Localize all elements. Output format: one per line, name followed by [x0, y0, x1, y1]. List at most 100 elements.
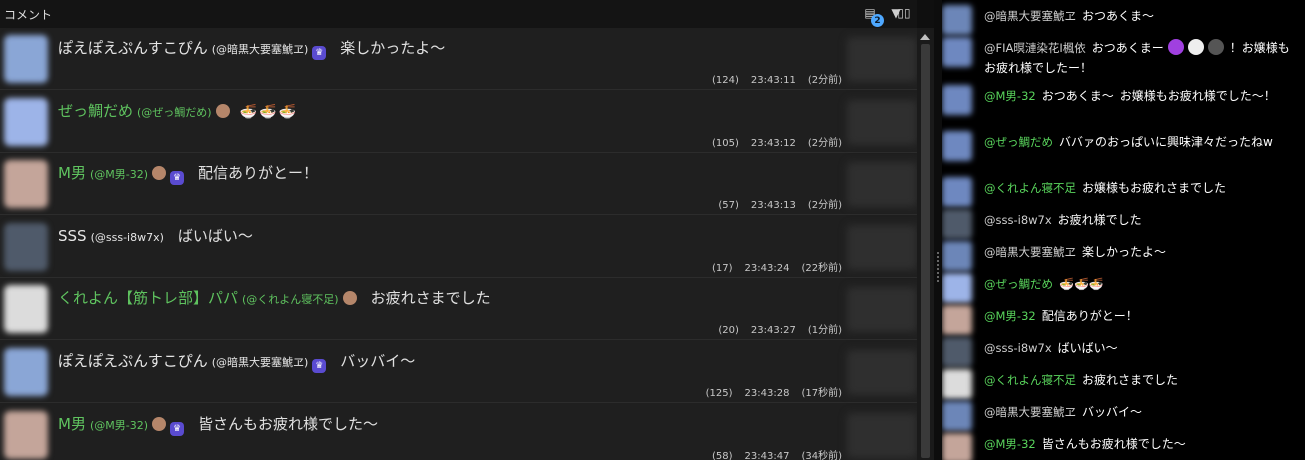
comment-meta: (58) 23:43:47 (34秒前) — [700, 447, 842, 460]
avatar[interactable] — [942, 401, 972, 431]
chat-line: @暗黒大要塞鯱ヱ おつあくま〜 — [984, 6, 1299, 26]
chat-author[interactable]: @くれよん寝不足 — [984, 373, 1076, 387]
chat-message: おつあくま〜 — [1082, 9, 1155, 23]
comment-row[interactable]: M男 (@M男-32) ♛ 配信ありがとー！ (57) 23:43:13 (2分前) — [0, 154, 917, 216]
comment-meta: (124) 23:43:11 (2分前) — [700, 71, 842, 86]
chat-author[interactable]: @FIA暝漣染花I楓依 — [984, 41, 1086, 55]
columns-icon[interactable]: ▯▯ — [896, 5, 912, 21]
comment-text: バッバイ〜 — [340, 352, 416, 370]
chat-message: 皆さんもお疲れ様でした〜 — [1041, 437, 1186, 451]
chat-author[interactable]: @くれよん寝不足 — [984, 181, 1076, 195]
display-name[interactable]: ぽえぽえぷんすこぴん — [58, 352, 208, 370]
chat-author[interactable]: @ぜっ鯛だめ — [984, 277, 1053, 291]
comment-row[interactable]: SSS (@sss-i8w7x) ばいばい〜 (17) 23:43:24 (22秒前) — [0, 216, 917, 278]
chat-author[interactable]: @sss-i8w7x — [984, 213, 1052, 227]
chat-line: @暗黒大要塞鯱ヱ 楽しかったよ〜 — [984, 242, 1299, 262]
chat-author[interactable]: @M男-32 — [984, 309, 1036, 323]
comment-time: 23:43:27 — [750, 325, 796, 337]
crown-badge-icon: ♛ — [312, 46, 327, 60]
chat-line: @くれよん寝不足 お嬢様もお疲れさまでした — [984, 178, 1299, 198]
chat-message: お疲れ様でした — [1057, 213, 1142, 227]
chat-author[interactable]: @暗黒大要塞鯱ヱ — [984, 9, 1076, 23]
avatar[interactable] — [942, 337, 972, 367]
chat-overlay-panel: @暗黒大要塞鯱ヱ おつあくま〜 @FIA暝漣染花I楓依 おつあくまー ！お嬢様もお疲れ様… — [942, 0, 1305, 460]
comment-meta: (17) 23:43:24 (22秒前) — [700, 259, 842, 274]
chat-line: @M男-32 配信ありがとー！ — [984, 306, 1299, 326]
ramen-emoji-icon: 🍜🍜🍜 — [239, 103, 298, 120]
comment-panel-header: コメント ▤ 2 ▼ ▯▯ — [0, 0, 917, 28]
comment-row[interactable]: ぜっ鯛だめ (@ぜっ鯛だめ) 🍜🍜🍜 (105) 23:43:12 (2分前) — [0, 91, 917, 153]
avatar[interactable] — [4, 97, 48, 146]
display-name[interactable]: くれよん【筋トレ部】パパ — [58, 289, 238, 307]
avatar[interactable] — [4, 410, 48, 459]
avatar[interactable] — [4, 222, 48, 271]
avatar[interactable] — [4, 348, 48, 396]
scrollbar[interactable] — [917, 28, 934, 460]
comment-row[interactable]: M男 (@M男-32) ♛ 皆さんもお疲れ様でした〜 (58) 23:43:47 (34秒前… — [0, 404, 917, 460]
chat-message: おつあくま〜 — [1041, 89, 1114, 103]
chat-message: お嬢様もお疲れさまでした — [1082, 181, 1227, 195]
panel-title: コメント — [4, 7, 53, 22]
comment-row[interactable]: ぽえぽえぷんすこぴん (@暗黒大要塞鯱ヱ) ♛ 楽しかったよ〜 (124) 23:43:1… — [0, 29, 917, 90]
comment-count: (58) — [712, 450, 733, 460]
avatar[interactable] — [942, 177, 972, 207]
avatar[interactable] — [942, 131, 972, 161]
chat-author[interactable]: @M男-32 — [984, 89, 1036, 103]
chat-line: @M男-32 おつあくま〜 お嬢様もお疲れ様でした〜！ — [984, 86, 1299, 106]
chat-author[interactable]: @ぜっ鯛だめ — [984, 135, 1053, 149]
commenter-name[interactable]: ぽえぽえぷんすこぴん (@暗黒大要塞鯱ヱ) ♛ バッバイ〜 — [58, 350, 415, 373]
resize-grip-icon[interactable] — [937, 252, 939, 282]
avatar[interactable] — [942, 85, 972, 115]
member-bear-icon — [342, 291, 357, 306]
commenter-name[interactable]: くれよん【筋トレ部】パパ (@くれよん寝不足) お疲れさまでした — [58, 287, 491, 308]
comment-count: (124) — [712, 75, 739, 86]
avatar[interactable] — [942, 209, 972, 239]
display-name[interactable]: M男 — [58, 415, 86, 433]
comment-meta: (125) 23:43:28 (17秒前) — [694, 384, 842, 399]
avatar[interactable] — [942, 305, 972, 335]
avatar[interactable] — [942, 37, 972, 67]
chat-message-continued: お嬢様もお疲れ様でした〜！ — [1119, 89, 1276, 103]
avatar[interactable] — [4, 35, 48, 83]
display-name[interactable]: ぜっ鯛だめ — [58, 102, 133, 120]
display-name[interactable]: M男 — [58, 164, 86, 182]
comment-row[interactable]: ぽえぽえぷんすこぴん (@暗黒大要塞鯱ヱ) ♛ バッバイ〜 (125) 23:43:28(… — [0, 342, 917, 403]
blurred-thumbnail — [847, 162, 917, 208]
avatar[interactable] — [942, 273, 972, 303]
comment-row[interactable]: くれよん【筋トレ部】パパ (@くれよん寝不足) お疲れさまでした (20) 23:43:… — [0, 279, 917, 341]
commenter-name[interactable]: M男 (@M男-32) ♛ 配信ありがとー！ — [58, 162, 318, 186]
user-handle: (@M男-32) — [89, 168, 148, 182]
avatar[interactable] — [942, 5, 972, 35]
member-bear-icon — [152, 166, 166, 181]
commenter-name[interactable]: SSS (@sss-i8w7x) ばいばい〜 — [58, 225, 253, 246]
commenter-name[interactable]: ぜっ鯛だめ (@ぜっ鯛だめ) 🍜🍜🍜 — [58, 100, 298, 121]
display-name[interactable]: ぽえぽえぷんすこぴん — [58, 39, 208, 57]
blurred-thumbnail — [847, 350, 917, 395]
avatar[interactable] — [4, 160, 48, 209]
comment-time: 23:43:47 — [744, 450, 790, 460]
comment-age: (1分前) — [807, 325, 842, 337]
chat-author[interactable]: @暗黒大要塞鯱ヱ — [984, 245, 1076, 259]
panel-divider[interactable] — [934, 0, 942, 460]
scroll-up-arrow-icon[interactable] — [920, 34, 930, 40]
chat-message: 🍜🍜🍜 — [1059, 277, 1104, 291]
scrollbar-thumb[interactable] — [921, 44, 930, 458]
chat-line: @M男-32 皆さんもお疲れ様でした〜 — [984, 434, 1299, 454]
avatar[interactable] — [942, 369, 972, 399]
chat-author[interactable]: @M男-32 — [984, 437, 1036, 451]
commenter-name[interactable]: M男 (@M男-32) ♛ 皆さんもお疲れ様でした〜 — [58, 413, 378, 436]
display-name[interactable]: SSS — [58, 227, 87, 245]
chat-author[interactable]: @暗黒大要塞鯱ヱ — [984, 405, 1076, 419]
comment-text: 皆さんもお疲れ様でした〜 — [198, 414, 379, 433]
avatar[interactable] — [942, 433, 972, 460]
user-handle: (@sss-i8w7x) — [90, 230, 164, 244]
commenter-name[interactable]: ぽえぽえぷんすこぴん (@暗黒大要塞鯱ヱ) ♛ 楽しかったよ〜 — [58, 37, 445, 60]
notification-badge: 2 — [871, 14, 884, 27]
comment-age: (22秒前) — [801, 262, 842, 274]
comment-list-panel: コメント ▤ 2 ▼ ▯▯ ぽえぽえぷんすこぴん (@暗黒大要塞鯱ヱ) ♛ 楽しかった… — [0, 0, 917, 460]
comment-age: (34秒前) — [801, 450, 842, 460]
avatar[interactable] — [4, 285, 48, 334]
avatar[interactable] — [942, 241, 972, 271]
chat-author[interactable]: @sss-i8w7x — [984, 341, 1052, 355]
heart-emoji-icon — [1207, 39, 1224, 55]
